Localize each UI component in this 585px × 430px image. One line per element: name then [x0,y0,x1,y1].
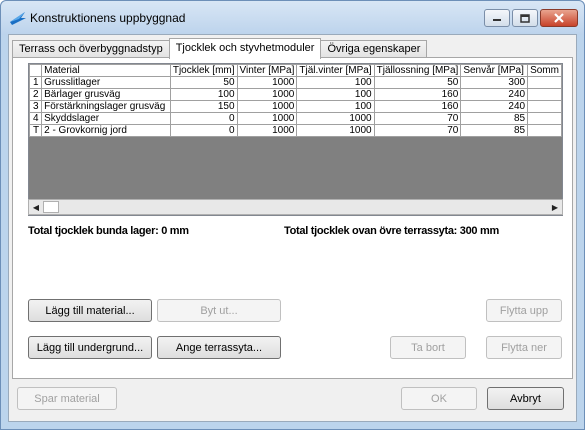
column-header[interactable]: Somm [527,64,562,77]
tjocklek-cell[interactable]: 50 [169,76,238,89]
sommar-cell[interactable] [527,76,562,89]
vinter-cell[interactable]: 1000 [236,88,298,101]
tab-tjocklek[interactable]: Tjocklek och styvhetmoduler [168,38,322,59]
table-row[interactable]: 3 Förstärkningslager grusväg 150 1000 10… [29,100,562,113]
column-header[interactable]: Tjocklek [mm] [169,64,238,77]
tjallossning-cell[interactable]: 160 [373,100,462,113]
vinter-cell[interactable]: 1000 [236,112,298,125]
column-header[interactable]: Tjällossning [MPa] [373,64,462,77]
tjocklek-cell[interactable]: 150 [169,100,238,113]
ok-button[interactable]: OK [401,387,477,410]
row-marker[interactable]: 2 [29,88,43,101]
minimize-icon [493,19,501,21]
horizontal-scrollbar[interactable]: ◀ ▶ [28,199,563,215]
window-title: Konstruktionens uppbyggnad [30,11,186,25]
tjallossning-cell[interactable]: 70 [373,124,462,137]
tab-ovriga[interactable]: Övriga egenskaper [320,40,428,58]
material-cell[interactable]: Förstärkningslager grusväg [41,100,171,113]
senvar-cell[interactable]: 240 [460,88,529,101]
vinter-cell[interactable]: 1000 [236,76,298,89]
remove-button[interactable]: Ta bort [390,336,466,359]
add-material-button[interactable]: Lägg till material... [28,299,152,322]
tjalvinter-cell[interactable]: 100 [296,76,375,89]
tjalvinter-cell[interactable]: 1000 [296,112,375,125]
set-terrace-button[interactable]: Ange terrassyta... [157,336,281,359]
column-header[interactable]: Senvår [MPa] [460,64,529,77]
table-row[interactable]: T 2 - Grovkornig jord 0 1000 1000 70 85 [29,124,562,137]
row-marker[interactable]: 3 [29,100,43,113]
sommar-cell[interactable] [527,112,562,125]
table-row[interactable]: 1 Grusslitlager 50 1000 100 50 300 [29,76,562,89]
table-header-row: Material Tjocklek [mm] Vinter [MPa] Tjäl… [29,64,562,77]
minimize-button[interactable] [484,9,510,27]
tjalvinter-cell[interactable]: 1000 [296,124,375,137]
vinter-cell[interactable]: 1000 [236,124,298,137]
material-cell[interactable]: Bärlager grusväg [41,88,171,101]
close-button[interactable] [540,9,578,27]
tab-terrass[interactable]: Terrass och överbyggnadstyp [12,40,170,58]
sommar-cell[interactable] [527,124,562,137]
tjallossning-cell[interactable]: 160 [373,88,462,101]
table-row[interactable]: 2 Bärlager grusväg 100 1000 100 160 240 [29,88,562,101]
tjalvinter-cell[interactable]: 100 [296,100,375,113]
scroll-left-icon[interactable]: ◀ [29,200,43,214]
material-grid[interactable]: Material Tjocklek [mm] Vinter [MPa] Tjäl… [28,63,563,216]
row-marker[interactable]: T [29,124,43,137]
column-header[interactable]: Vinter [MPa] [236,64,298,77]
tjocklek-cell[interactable]: 0 [169,112,238,125]
sommar-cell[interactable] [527,100,562,113]
add-subgrade-button[interactable]: Lägg till undergrund... [28,336,152,359]
scroll-right-icon[interactable]: ▶ [548,200,562,214]
row-marker[interactable]: 1 [29,76,43,89]
tjallossning-cell[interactable]: 70 [373,112,462,125]
move-up-button[interactable]: Flytta upp [486,299,562,322]
cancel-button[interactable]: Avbryt [487,387,564,410]
title-bar[interactable]: Konstruktionens uppbyggnad [1,1,584,35]
table-row[interactable]: 4 Skyddslager 0 1000 1000 70 85 [29,112,562,125]
senvar-cell[interactable]: 240 [460,100,529,113]
row-marker[interactable]: 4 [29,112,43,125]
material-table: Material Tjocklek [mm] Vinter [MPa] Tjäl… [29,64,562,137]
row-header-corner [29,64,43,77]
column-header[interactable]: Tjäl.vinter [MPa] [296,64,375,77]
tjalvinter-cell[interactable]: 100 [296,88,375,101]
replace-button[interactable]: Byt ut... [157,299,281,322]
total-bottom-label: Total tjocklek bunda lager: 0 mm [28,225,189,237]
tjocklek-cell[interactable]: 0 [169,124,238,137]
close-icon [554,13,564,23]
tjocklek-cell[interactable]: 100 [169,88,238,101]
vinter-cell[interactable]: 1000 [236,100,298,113]
maximize-icon [520,13,530,23]
maximize-button[interactable] [512,9,538,27]
tjallossning-cell[interactable]: 50 [373,76,462,89]
tab-strip: Terrass och överbyggnadstyp Tjocklek och… [12,38,428,59]
column-header[interactable]: Material [41,64,171,77]
save-material-button[interactable]: Spar material [17,387,117,410]
senvar-cell[interactable]: 85 [460,112,529,125]
material-cell[interactable]: Skyddslager [41,112,171,125]
total-top-label: Total tjocklek ovan övre terrassyta: 300… [284,225,499,237]
senvar-cell[interactable]: 300 [460,76,529,89]
senvar-cell[interactable]: 85 [460,124,529,137]
app-icon [10,12,26,25]
material-cell[interactable]: 2 - Grovkornig jord [41,124,171,137]
move-down-button[interactable]: Flytta ner [486,336,562,359]
material-cell[interactable]: Grusslitlager [41,76,171,89]
scroll-thumb[interactable] [43,201,59,213]
sommar-cell[interactable] [527,88,562,101]
